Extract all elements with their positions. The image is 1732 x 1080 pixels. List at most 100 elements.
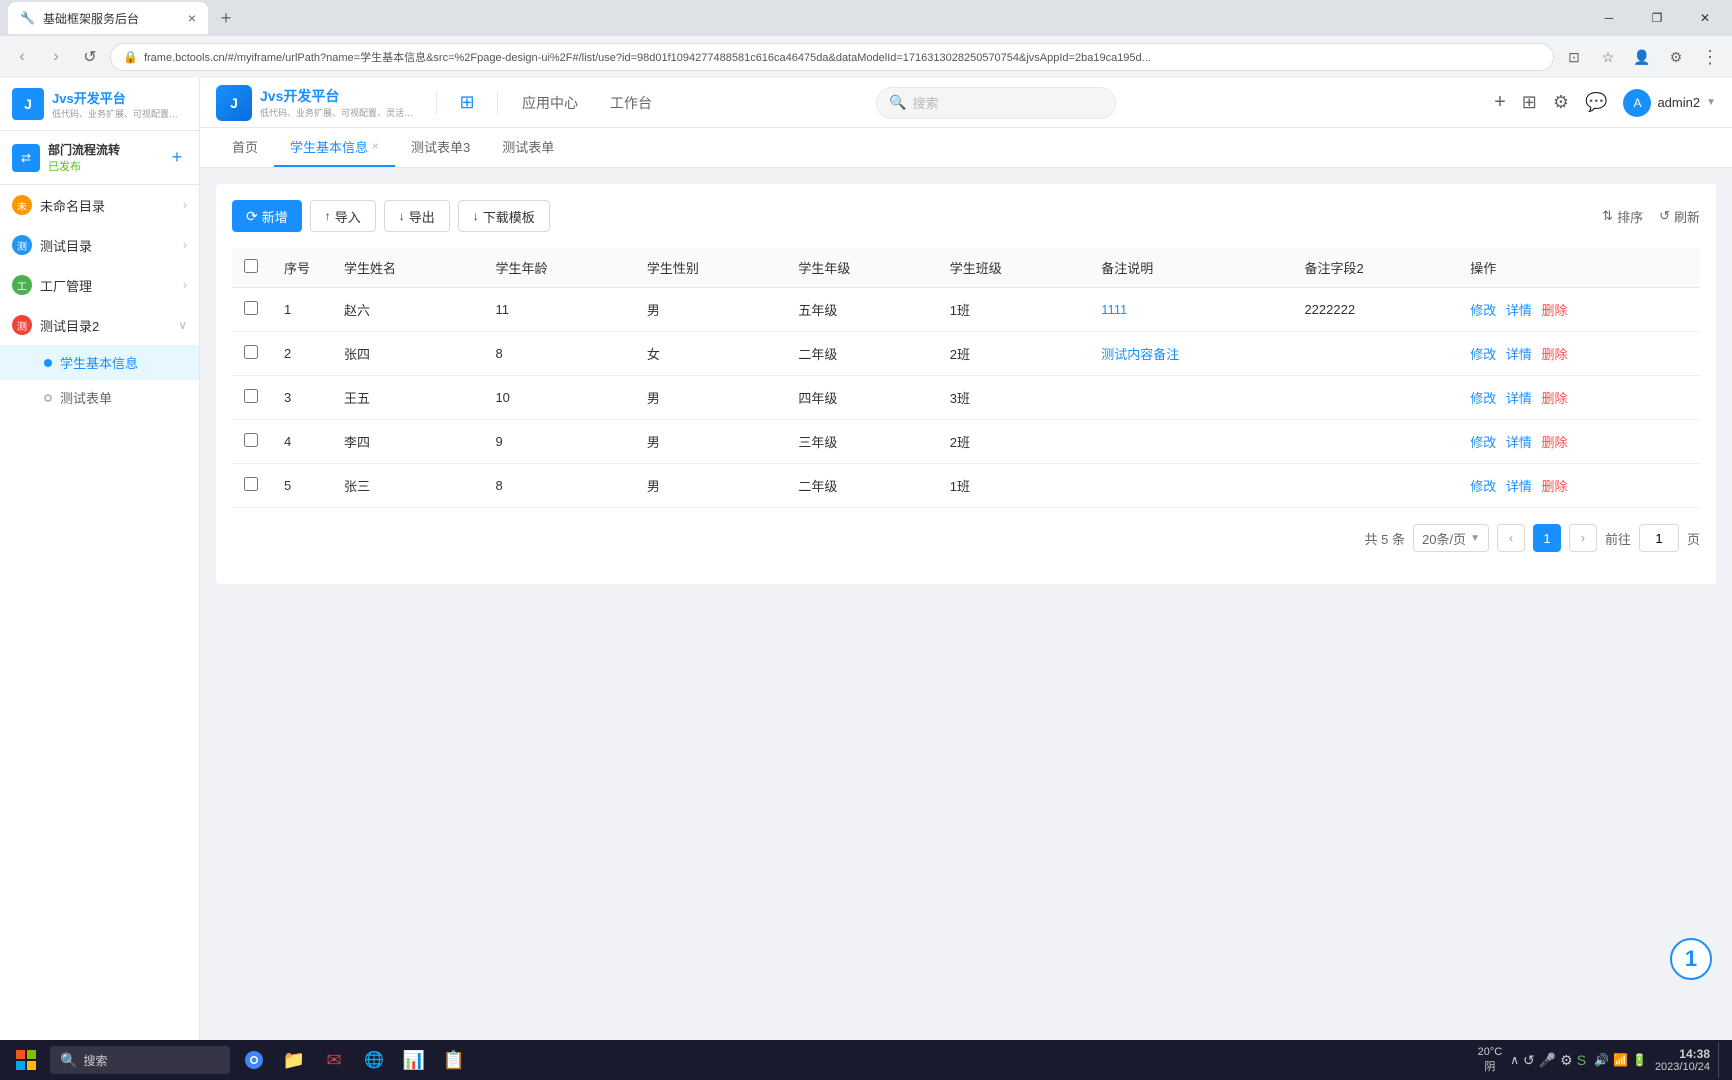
row-index: 4 [272, 420, 332, 464]
edit-action-link[interactable]: 修改 [1470, 391, 1496, 406]
back-button[interactable]: ‹ [8, 43, 36, 71]
settings-sys-icon[interactable]: ⚙ [1560, 1052, 1573, 1069]
edit-action-link[interactable]: 修改 [1470, 435, 1496, 450]
row-checkbox[interactable] [244, 345, 258, 359]
taskbar-app-edge[interactable]: 🌐 [356, 1042, 392, 1078]
nav-grid-icon[interactable]: ⊞ [453, 89, 481, 117]
extensions-icon[interactable]: ⚙ [1662, 43, 1690, 71]
delete-action-link[interactable]: 删除 [1542, 303, 1568, 318]
sort-button[interactable]: ⇅ 排序 [1602, 207, 1643, 226]
nav-add-icon[interactable]: + [1494, 91, 1506, 114]
edit-action-link[interactable]: 修改 [1470, 303, 1496, 318]
tab-test-form[interactable]: 测试表单 [486, 127, 570, 167]
nav-settings-icon[interactable]: ⚙ [1553, 92, 1569, 113]
refresh-button[interactable]: ↺ 刷新 [1659, 207, 1700, 226]
tab-home[interactable]: 首页 [216, 127, 274, 167]
page-size-select[interactable]: 20条/页 ▼ [1413, 524, 1489, 552]
taskbar-app-red[interactable]: 📋 [436, 1042, 472, 1078]
circle-badge[interactable]: 1 [1670, 938, 1712, 980]
row-checkbox[interactable] [244, 433, 258, 447]
download-template-button[interactable]: ↓ 下载模板 [458, 200, 550, 232]
minimize-button[interactable]: ─ [1586, 0, 1632, 36]
row-class: 2班 [938, 332, 1089, 376]
address-bar[interactable]: 🔒 frame.bctools.cn/#/myiframe/urlPath?na… [110, 43, 1554, 71]
page-input[interactable] [1639, 524, 1679, 552]
start-button[interactable] [8, 1042, 44, 1078]
taskbar-history-icon[interactable]: ↺ [1523, 1052, 1535, 1069]
detail-action-link[interactable]: 详情 [1506, 479, 1532, 494]
temperature-text: 20°C [1478, 1046, 1503, 1058]
prev-page-button[interactable]: ‹ [1497, 524, 1525, 552]
new-button[interactable]: ⟳ 新增 [232, 200, 302, 232]
row-grade: 二年级 [786, 464, 937, 508]
dropdown-icon: ▼ [1706, 97, 1716, 108]
edit-action-link[interactable]: 修改 [1470, 479, 1496, 494]
taskbar-app-chrome[interactable] [236, 1042, 272, 1078]
sidebar-logo: J [12, 88, 44, 120]
edit-action-link[interactable]: 修改 [1470, 347, 1496, 362]
bookmark-icon[interactable]: ☆ [1594, 43, 1622, 71]
row-checkbox[interactable] [244, 477, 258, 491]
sidebar-item-test-dir2[interactable]: 测 测试目录2 ∨ [0, 305, 199, 345]
user-avatar-area[interactable]: A admin2 ▼ [1623, 89, 1716, 117]
top-nav: J Jvs开发平台 低代码、业务扩展、可视配置、灵活定义 ⊞ 应用中心 工作台 … [200, 78, 1732, 128]
cast-icon[interactable]: ⊡ [1560, 43, 1588, 71]
browser-tab[interactable]: 🔧 基础框架服务后台 × [8, 2, 208, 34]
row-index: 1 [272, 288, 332, 332]
tab-student-close-icon[interactable]: × [372, 139, 379, 153]
row-checkbox[interactable] [244, 389, 258, 403]
show-desktop-button[interactable] [1718, 1042, 1724, 1078]
workbench-link[interactable]: 工作台 [602, 89, 660, 117]
close-button[interactable]: ✕ [1682, 0, 1728, 36]
page-1-button[interactable]: 1 [1533, 524, 1561, 552]
delete-action-link[interactable]: 删除 [1542, 391, 1568, 406]
unnamed-icon: 未 [12, 195, 32, 215]
next-page-button[interactable]: › [1569, 524, 1597, 552]
taskbar-clock[interactable]: 14:38 2023/10/24 [1655, 1047, 1710, 1073]
taskbar-app-explorer[interactable]: 📁 [276, 1042, 312, 1078]
battery-icon[interactable]: 🔋 [1632, 1053, 1647, 1067]
tab-home-label: 首页 [232, 137, 258, 156]
delete-action-link[interactable]: 删除 [1542, 347, 1568, 362]
detail-action-link[interactable]: 详情 [1506, 347, 1532, 362]
sidebar-item-factory[interactable]: 工 工厂管理 › [0, 265, 199, 305]
import-button[interactable]: ↑ 导入 [310, 200, 376, 232]
tab-test-form3[interactable]: 测试表单3 [395, 127, 486, 167]
select-all-checkbox[interactable] [244, 259, 258, 273]
taskbar-search[interactable]: 🔍 搜索 [50, 1046, 230, 1074]
taskbar-app-green[interactable]: 📊 [396, 1042, 432, 1078]
delete-action-link[interactable]: 删除 [1542, 435, 1568, 450]
detail-action-link[interactable]: 详情 [1506, 391, 1532, 406]
volume-icon[interactable]: 🔊 [1594, 1053, 1609, 1067]
row-checkbox[interactable] [244, 301, 258, 315]
profile-icon[interactable]: 👤 [1628, 43, 1656, 71]
green-app-icon[interactable]: S [1577, 1052, 1586, 1068]
forward-button[interactable]: › [42, 43, 70, 71]
sidebar-item-test-dir[interactable]: 测 测试目录 › [0, 225, 199, 265]
page-suffix-label: 页 [1687, 529, 1700, 548]
app-center-link[interactable]: 应用中心 [514, 89, 586, 117]
new-tab-button[interactable]: + [212, 4, 240, 32]
dropdown-icon: ▼ [1470, 533, 1480, 544]
more-menu-icon[interactable]: ⋮ [1696, 43, 1724, 71]
nav-apps-icon[interactable]: ⊞ [1522, 92, 1537, 113]
sidebar-item-unnamed[interactable]: 未 未命名目录 › [0, 185, 199, 225]
tab-student-info[interactable]: 学生基本信息 × [274, 127, 395, 167]
detail-action-link[interactable]: 详情 [1506, 435, 1532, 450]
search-box[interactable]: 🔍 搜索 [876, 87, 1116, 119]
detail-action-link[interactable]: 详情 [1506, 303, 1532, 318]
reload-button[interactable]: ↺ [76, 43, 104, 71]
taskbar-app-mail[interactable]: ✉ [316, 1042, 352, 1078]
delete-action-link[interactable]: 删除 [1542, 479, 1568, 494]
mic-icon[interactable]: 🎤 [1539, 1052, 1556, 1069]
chevron-up-icon[interactable]: ∧ [1510, 1053, 1519, 1067]
nav-notifications-icon[interactable]: 💬 [1585, 92, 1607, 113]
restore-button[interactable]: ❐ [1634, 0, 1680, 36]
network-icon[interactable]: 📶 [1613, 1053, 1628, 1067]
sidebar-add-button[interactable]: + [167, 148, 187, 168]
export-button[interactable]: ↓ 导出 [384, 200, 450, 232]
tab-close-icon[interactable]: × [188, 10, 196, 26]
sidebar-sub-item-student[interactable]: 学生基本信息 [0, 345, 199, 380]
top-nav-logo: J Jvs开发平台 低代码、业务扩展、可视配置、灵活定义 [216, 85, 420, 121]
sidebar-sub-item-form[interactable]: 测试表单 [0, 380, 199, 415]
